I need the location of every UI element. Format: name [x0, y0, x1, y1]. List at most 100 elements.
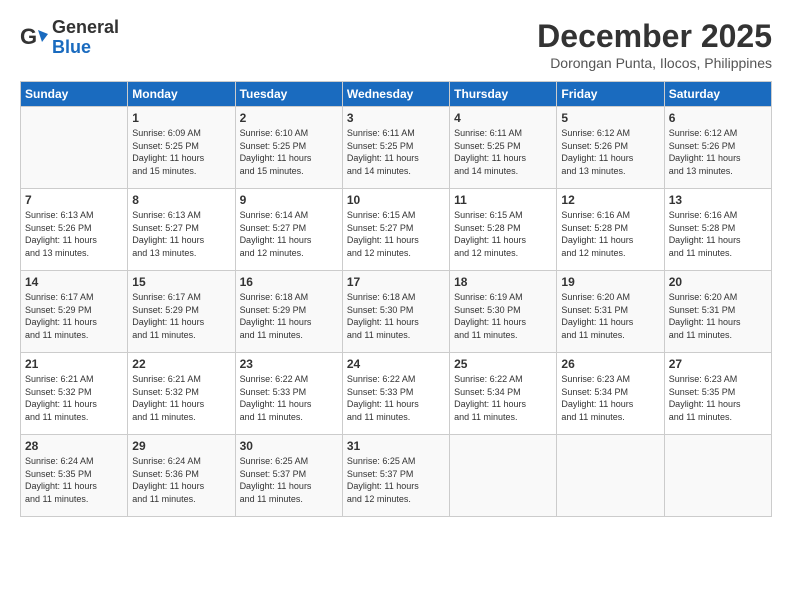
day-number: 27: [669, 357, 767, 371]
calendar-row-0: 1 Sunrise: 6:09 AM Sunset: 5:25 PM Daylig…: [21, 107, 772, 189]
day-number: 6: [669, 111, 767, 125]
calendar-cell: [450, 435, 557, 517]
calendar-cell: 11 Sunrise: 6:15 AM Sunset: 5:28 PM Dayli…: [450, 189, 557, 271]
calendar-cell: 24Sunrise: 6:22 AM Sunset: 5:33 PM Dayli…: [342, 353, 449, 435]
location: Dorongan Punta, Ilocos, Philippines: [537, 55, 772, 71]
calendar-cell: 22 Sunrise: 6:21 AM Sunset: 5:32 PM Dayli…: [128, 353, 235, 435]
day-number: 21: [25, 357, 123, 371]
day-number: 2: [240, 111, 338, 125]
cell-info: Sunrise: 6:16 AM Sunset: 5:28 PM Dayligh…: [669, 209, 767, 259]
calendar-cell: 7Sunrise: 6:13 AM Sunset: 5:26 PM Daylig…: [21, 189, 128, 271]
logo-icon: G: [20, 24, 48, 52]
day-number: 3: [347, 111, 445, 125]
logo-text: General Blue: [52, 18, 119, 58]
month-year: December 2025: [537, 18, 772, 55]
calendar-cell: 30 Sunrise: 6:25 AM Sunset: 5:37 PM Dayli…: [235, 435, 342, 517]
logo-blue: Blue: [52, 38, 119, 58]
cell-info: Sunrise: 6:10 AM Sunset: 5:25 PM Dayligh…: [240, 127, 338, 177]
calendar-cell: 19 Sunrise: 6:20 AM Sunset: 5:31 PM Dayli…: [557, 271, 664, 353]
calendar-cell: 9 Sunrise: 6:14 AM Sunset: 5:27 PM Daylig…: [235, 189, 342, 271]
col-monday: Monday: [128, 82, 235, 107]
cell-info: Sunrise: 6:12 AM Sunset: 5:26 PM Dayligh…: [561, 127, 659, 177]
calendar-cell: 25Sunrise: 6:22 AM Sunset: 5:34 PM Dayli…: [450, 353, 557, 435]
day-number: 12: [561, 193, 659, 207]
cell-info: Sunrise: 6:21 AM Sunset: 5:32 PM Dayligh…: [25, 373, 123, 423]
day-number: 10: [347, 193, 445, 207]
cell-info: Sunrise: 6:23 AM Sunset: 5:35 PM Dayligh…: [669, 373, 767, 423]
page: G General Blue December 2025 Dorongan Pu…: [0, 0, 792, 612]
calendar-cell: 8 Sunrise: 6:13 AM Sunset: 5:27 PM Daylig…: [128, 189, 235, 271]
day-number: 22: [132, 357, 230, 371]
day-number: 29: [132, 439, 230, 453]
cell-info: Sunrise: 6:13 AM Sunset: 5:27 PM Dayligh…: [132, 209, 230, 259]
calendar-cell: 15 Sunrise: 6:17 AM Sunset: 5:29 PM Dayli…: [128, 271, 235, 353]
calendar-cell: 21 Sunrise: 6:21 AM Sunset: 5:32 PM Dayli…: [21, 353, 128, 435]
day-number: 20: [669, 275, 767, 289]
day-number: 8: [132, 193, 230, 207]
day-number: 9: [240, 193, 338, 207]
day-number: 4: [454, 111, 552, 125]
calendar-row-4: 28 Sunrise: 6:24 AM Sunset: 5:35 PM Dayli…: [21, 435, 772, 517]
header: G General Blue December 2025 Dorongan Pu…: [20, 18, 772, 71]
cell-info: Sunrise: 6:21 AM Sunset: 5:32 PM Dayligh…: [132, 373, 230, 423]
cell-info: Sunrise: 6:15 AM Sunset: 5:28 PM Dayligh…: [454, 209, 552, 259]
cell-info: Sunrise: 6:20 AM Sunset: 5:31 PM Dayligh…: [561, 291, 659, 341]
day-number: 25: [454, 357, 552, 371]
day-number: 5: [561, 111, 659, 125]
calendar-cell: [557, 435, 664, 517]
col-thursday: Thursday: [450, 82, 557, 107]
cell-info: Sunrise: 6:23 AM Sunset: 5:34 PM Dayligh…: [561, 373, 659, 423]
cell-info: Sunrise: 6:25 AM Sunset: 5:37 PM Dayligh…: [240, 455, 338, 505]
cell-info: Sunrise: 6:24 AM Sunset: 5:35 PM Dayligh…: [25, 455, 123, 505]
calendar-header-row: Sunday Monday Tuesday Wednesday Thursday…: [21, 82, 772, 107]
cell-info: Sunrise: 6:14 AM Sunset: 5:27 PM Dayligh…: [240, 209, 338, 259]
calendar-cell: 5 Sunrise: 6:12 AM Sunset: 5:26 PM Daylig…: [557, 107, 664, 189]
svg-text:G: G: [20, 24, 37, 49]
calendar-cell: 26 Sunrise: 6:23 AM Sunset: 5:34 PM Dayli…: [557, 353, 664, 435]
calendar-table: Sunday Monday Tuesday Wednesday Thursday…: [20, 81, 772, 517]
day-number: 30: [240, 439, 338, 453]
calendar-row-3: 21 Sunrise: 6:21 AM Sunset: 5:32 PM Dayli…: [21, 353, 772, 435]
calendar-cell: 23 Sunrise: 6:22 AM Sunset: 5:33 PM Dayli…: [235, 353, 342, 435]
day-number: 1: [132, 111, 230, 125]
cell-info: Sunrise: 6:18 AM Sunset: 5:30 PM Dayligh…: [347, 291, 445, 341]
calendar-cell: 20 Sunrise: 6:20 AM Sunset: 5:31 PM Dayli…: [664, 271, 771, 353]
logo-general: General: [52, 18, 119, 38]
cell-info: Sunrise: 6:16 AM Sunset: 5:28 PM Dayligh…: [561, 209, 659, 259]
cell-info: Sunrise: 6:09 AM Sunset: 5:25 PM Dayligh…: [132, 127, 230, 177]
calendar-cell: 2 Sunrise: 6:10 AM Sunset: 5:25 PM Daylig…: [235, 107, 342, 189]
cell-info: Sunrise: 6:22 AM Sunset: 5:33 PM Dayligh…: [347, 373, 445, 423]
col-friday: Friday: [557, 82, 664, 107]
cell-info: Sunrise: 6:17 AM Sunset: 5:29 PM Dayligh…: [25, 291, 123, 341]
day-number: 19: [561, 275, 659, 289]
calendar-cell: 4 Sunrise: 6:11 AM Sunset: 5:25 PM Daylig…: [450, 107, 557, 189]
calendar-cell: 3Sunrise: 6:11 AM Sunset: 5:25 PM Daylig…: [342, 107, 449, 189]
calendar-row-1: 7Sunrise: 6:13 AM Sunset: 5:26 PM Daylig…: [21, 189, 772, 271]
day-number: 11: [454, 193, 552, 207]
day-number: 17: [347, 275, 445, 289]
title-section: December 2025 Dorongan Punta, Ilocos, Ph…: [537, 18, 772, 71]
cell-info: Sunrise: 6:22 AM Sunset: 5:33 PM Dayligh…: [240, 373, 338, 423]
cell-info: Sunrise: 6:17 AM Sunset: 5:29 PM Dayligh…: [132, 291, 230, 341]
calendar-cell: 18Sunrise: 6:19 AM Sunset: 5:30 PM Dayli…: [450, 271, 557, 353]
day-number: 13: [669, 193, 767, 207]
cell-info: Sunrise: 6:20 AM Sunset: 5:31 PM Dayligh…: [669, 291, 767, 341]
calendar-cell: 13 Sunrise: 6:16 AM Sunset: 5:28 PM Dayli…: [664, 189, 771, 271]
calendar-cell: 17 Sunrise: 6:18 AM Sunset: 5:30 PM Dayli…: [342, 271, 449, 353]
calendar-cell: 16Sunrise: 6:18 AM Sunset: 5:29 PM Dayli…: [235, 271, 342, 353]
col-wednesday: Wednesday: [342, 82, 449, 107]
day-number: 15: [132, 275, 230, 289]
calendar-cell: 6 Sunrise: 6:12 AM Sunset: 5:26 PM Daylig…: [664, 107, 771, 189]
day-number: 26: [561, 357, 659, 371]
col-sunday: Sunday: [21, 82, 128, 107]
cell-info: Sunrise: 6:12 AM Sunset: 5:26 PM Dayligh…: [669, 127, 767, 177]
day-number: 16: [240, 275, 338, 289]
day-number: 31: [347, 439, 445, 453]
day-number: 28: [25, 439, 123, 453]
calendar-cell: 28 Sunrise: 6:24 AM Sunset: 5:35 PM Dayli…: [21, 435, 128, 517]
calendar-cell: [21, 107, 128, 189]
calendar-cell: 1 Sunrise: 6:09 AM Sunset: 5:25 PM Daylig…: [128, 107, 235, 189]
calendar-cell: 10Sunrise: 6:15 AM Sunset: 5:27 PM Dayli…: [342, 189, 449, 271]
cell-info: Sunrise: 6:11 AM Sunset: 5:25 PM Dayligh…: [454, 127, 552, 177]
day-number: 23: [240, 357, 338, 371]
